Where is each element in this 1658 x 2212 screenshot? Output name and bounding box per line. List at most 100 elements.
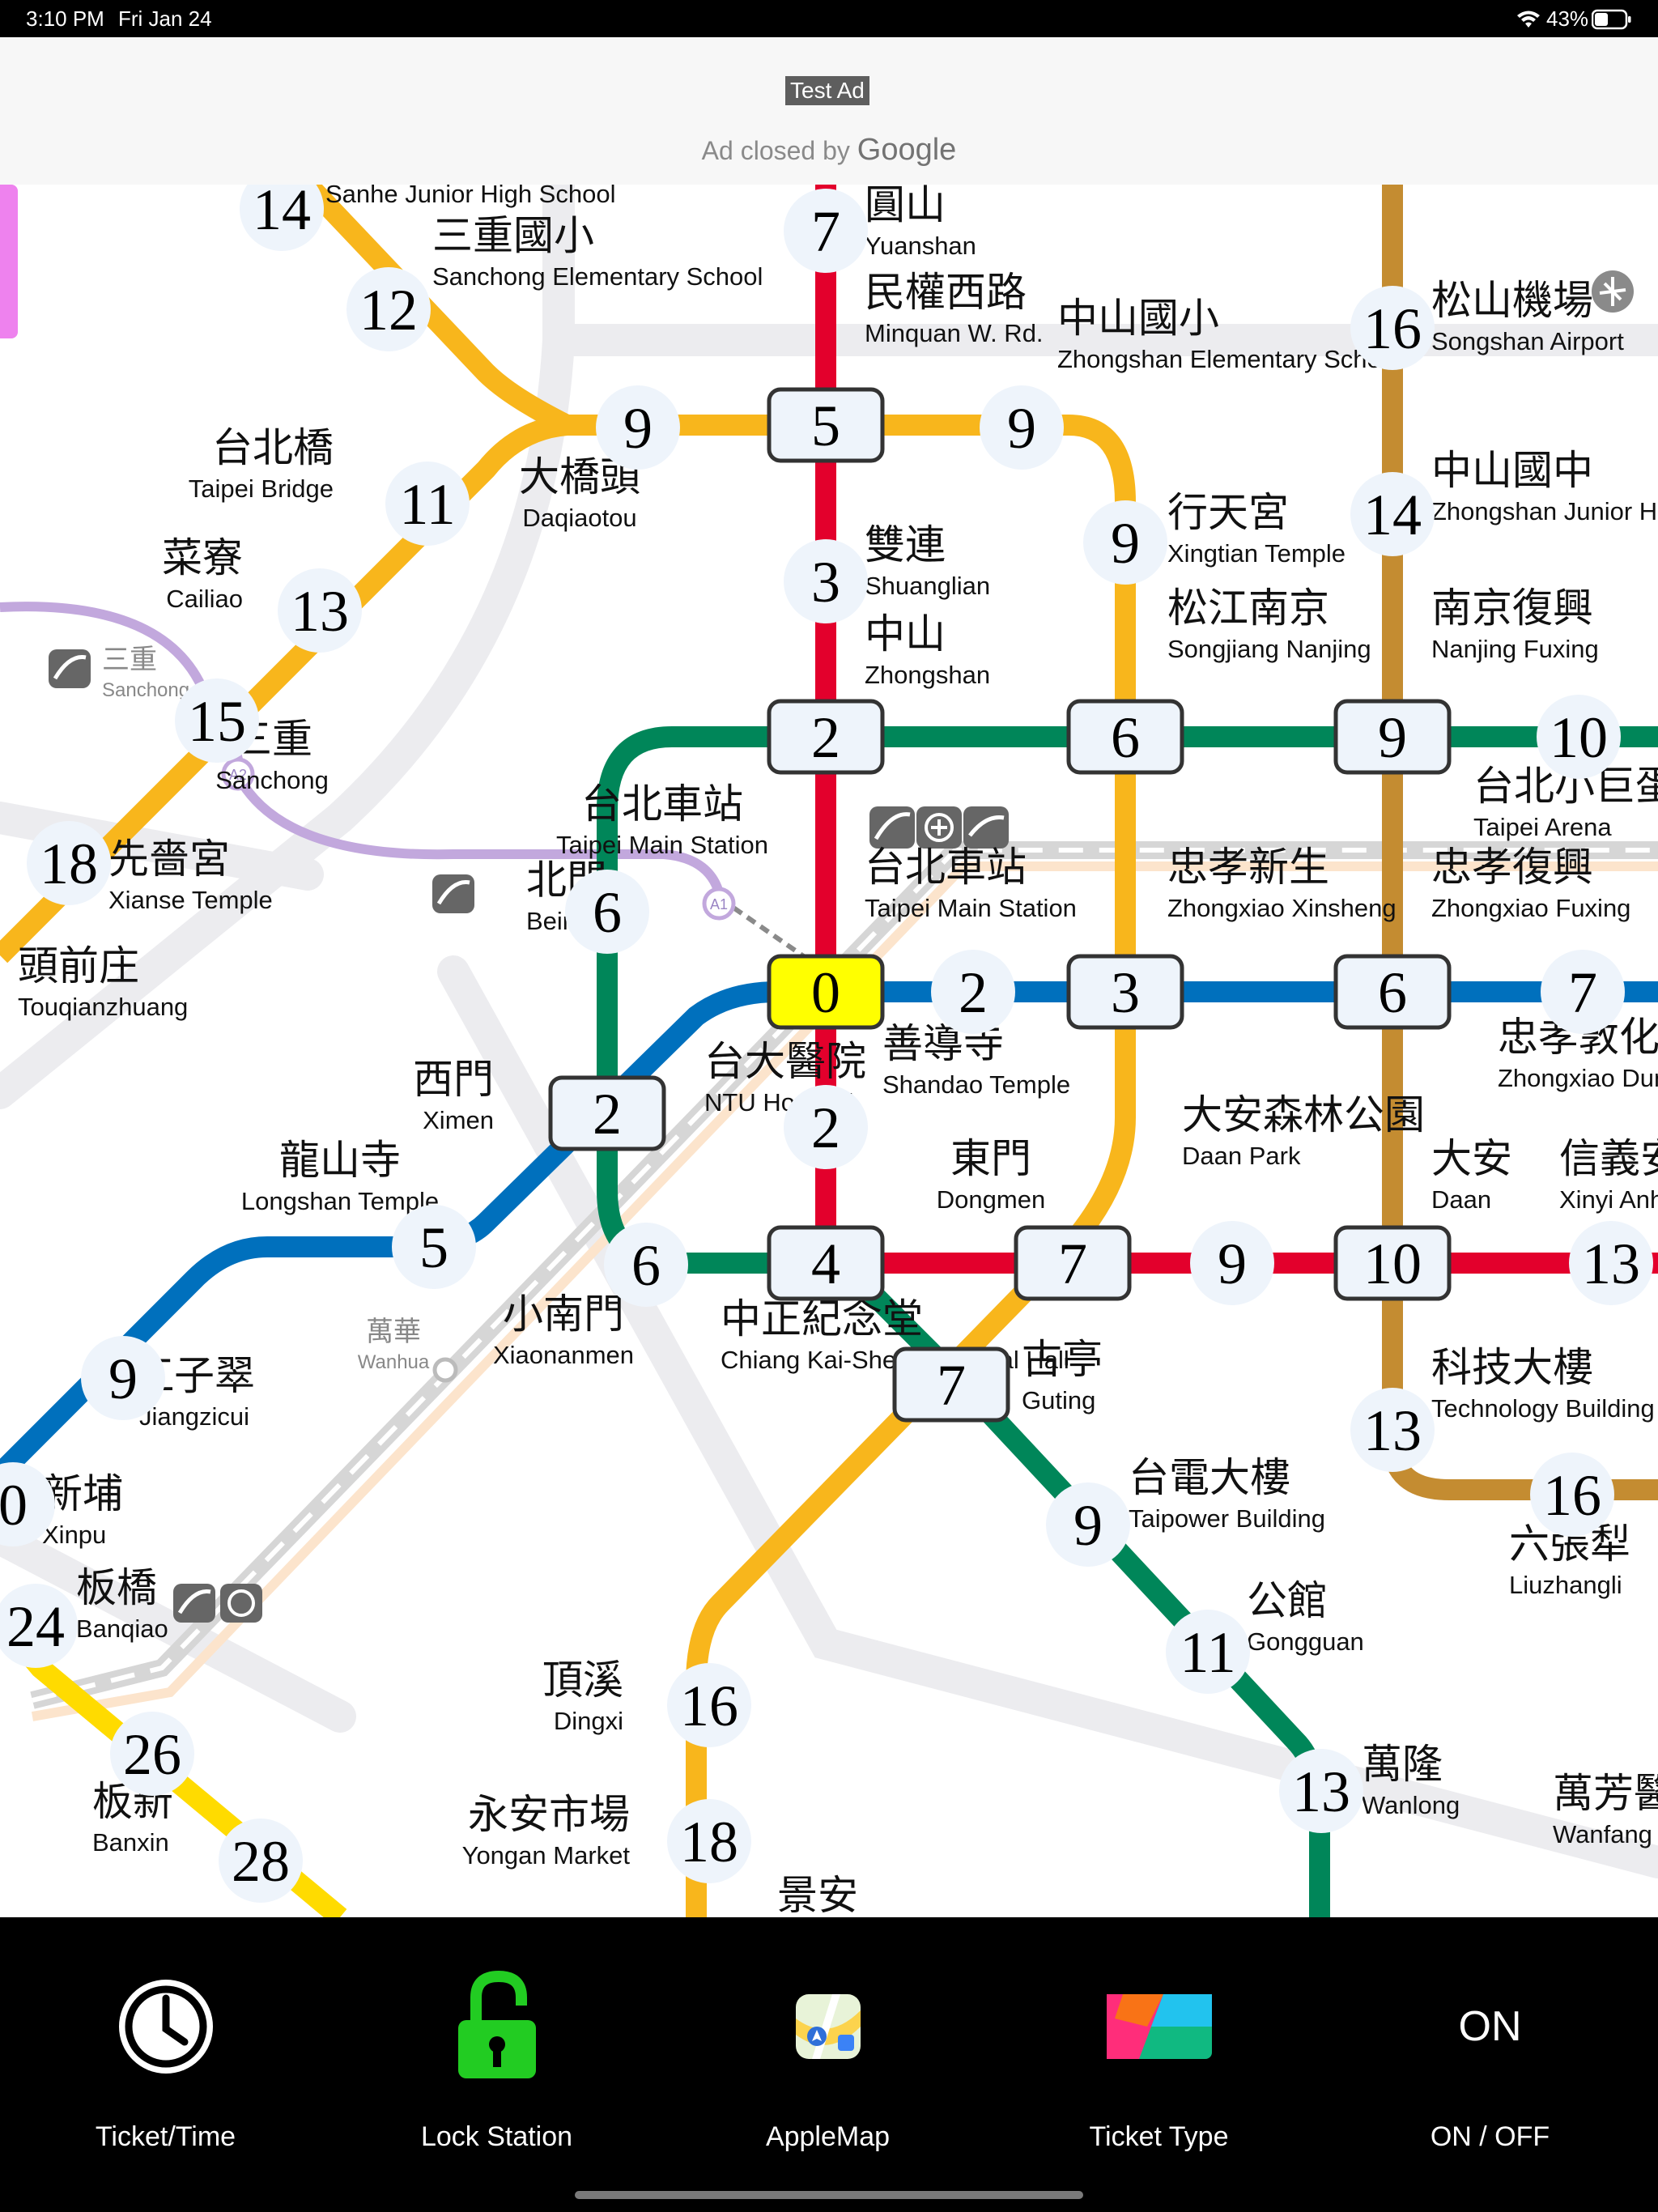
station-label[interactable]: 中山 Zhongshan xyxy=(865,610,990,689)
station-badge[interactable]: 9 xyxy=(1333,699,1452,775)
station-badge[interactable]: 9 xyxy=(1046,1482,1130,1567)
on-off-toggle[interactable]: ON xyxy=(1459,2002,1522,2051)
station-label[interactable]: 台北車站 Taipei Main Station xyxy=(556,781,768,859)
station-label[interactable]: 永安市場 Yongan Market xyxy=(462,1791,631,1870)
station-badge[interactable]: 11 xyxy=(1166,1610,1250,1694)
station-label[interactable]: 萬華 Wanhua xyxy=(358,1316,430,1373)
station-label[interactable]: 板橋 Banqiao xyxy=(76,1564,168,1643)
station-badge[interactable]: 16 xyxy=(1350,286,1435,370)
tab-on-off[interactable]: ON ON / OFF xyxy=(1324,1917,1656,2212)
station-badge[interactable]: 7 xyxy=(1014,1225,1132,1301)
station-label[interactable]: 科技大樓 Technology Building xyxy=(1431,1344,1655,1423)
tab-ticket-type[interactable]: Ticket Type xyxy=(993,1917,1324,2212)
station-badge[interactable]: 13 xyxy=(278,568,362,653)
station-label[interactable]: 南京復興 Nanjing Fuxing xyxy=(1431,585,1599,663)
station-badge[interactable]: 9 xyxy=(1190,1221,1274,1305)
station-label[interactable]: 大安 Daan xyxy=(1431,1135,1512,1214)
station-badge-number: 6 xyxy=(1378,960,1407,1025)
station-name-zh: 先嗇宮 xyxy=(108,836,230,883)
station-badge[interactable]: 28 xyxy=(219,1819,303,1903)
station-badge[interactable]: 7 xyxy=(784,189,868,273)
station-name-zh: 萬芳醫院 xyxy=(1553,1770,1658,1817)
station-name-zh: 台大醫院 xyxy=(704,1038,866,1085)
station-badge[interactable]: 16 xyxy=(1530,1453,1614,1537)
station-label[interactable]: 古亭 Guting xyxy=(1022,1336,1103,1414)
station-badge[interactable]: 18 xyxy=(27,821,111,905)
tab-ticket-time[interactable]: Ticket/Time xyxy=(0,1917,331,2212)
station-badge[interactable]: 10 xyxy=(1333,1225,1452,1301)
station-badge[interactable]: 6 xyxy=(604,1223,688,1307)
station-label[interactable]: 菜寮 Cailiao xyxy=(162,534,243,613)
station-badge[interactable]: 2 xyxy=(548,1075,666,1151)
station-badge[interactable]: 9 xyxy=(596,385,680,470)
train-icon-banqiao xyxy=(173,1584,215,1623)
tab-apple-map[interactable]: AppleMap xyxy=(662,1917,993,2212)
station-name-en: Xinyi Anhe xyxy=(1559,1185,1658,1214)
station-label[interactable]: Sanhe Junior High School xyxy=(325,185,615,208)
train-icon-beimen xyxy=(432,874,474,913)
station-name-zh: 頂溪 xyxy=(542,1657,623,1704)
station-badge[interactable]: 11 xyxy=(385,462,470,546)
station-badge[interactable]: 9 xyxy=(980,385,1064,470)
station-label[interactable]: 信義安和 Xinyi Anhe xyxy=(1559,1135,1658,1214)
station-label[interactable]: 萬芳醫院 Wanfang Hospital xyxy=(1553,1770,1658,1848)
tab-lock-station[interactable]: Lock Station xyxy=(331,1917,662,2212)
station-label[interactable]: 台北橋 Taipei Bridge xyxy=(189,424,334,503)
station-label[interactable]: 龍山寺 Longshan Temple xyxy=(241,1137,439,1215)
station-badge[interactable]: 3 xyxy=(1066,954,1184,1030)
station-badge[interactable]: 6 xyxy=(1066,699,1184,775)
wifi-icon xyxy=(1517,11,1540,28)
station-badge[interactable]: 9 xyxy=(81,1336,165,1420)
airport-station-a1[interactable]: A1 xyxy=(702,887,736,921)
station-badge[interactable]: 4 xyxy=(767,1225,885,1301)
station-label[interactable]: 小南門 Xiaonanmen xyxy=(493,1291,634,1369)
station-badge[interactable]: 26 xyxy=(110,1712,194,1796)
station-badge[interactable]: 2 xyxy=(767,699,885,775)
metro-map-canvas[interactable]: A1 A2 圓山Yuanshan民權西路Minquan W. Rd. 中山國小Zh… xyxy=(0,185,1658,1917)
station-label[interactable]: 民權西路 Minquan W. Rd. xyxy=(865,269,1044,347)
station-badge[interactable]: 3 xyxy=(784,539,868,623)
station-label[interactable]: 景安 xyxy=(777,1872,858,1917)
station-name-en: Sanchong xyxy=(215,766,329,794)
station-badge[interactable]: 13 xyxy=(1279,1749,1363,1833)
station-badge[interactable]: 12 xyxy=(346,267,431,351)
station-name-zh: 大安森林公園 xyxy=(1182,1091,1425,1138)
hsr-icon xyxy=(963,806,1009,849)
station-badge[interactable]: 7 xyxy=(892,1346,1010,1423)
station-badge[interactable]: 9 xyxy=(1083,500,1167,585)
station-label[interactable]: 三重國小 Sanchong Elementary School xyxy=(432,212,763,291)
station-badge[interactable]: 6 xyxy=(1333,954,1452,1030)
station-badge[interactable]: 24 xyxy=(0,1584,78,1668)
station-label[interactable]: 西門 Ximen xyxy=(413,1056,494,1134)
station-badge[interactable]: 15 xyxy=(175,678,259,763)
station-name-en: Wanlong xyxy=(1362,1791,1460,1819)
station-badge[interactable]: 2 xyxy=(784,1085,868,1169)
station-name-zh: 松江南京 xyxy=(1167,585,1329,632)
station-label[interactable]: 東門 Dongmen xyxy=(937,1135,1045,1214)
station-label[interactable]: 中山國中 Zhongshan Junior High School xyxy=(1431,447,1658,525)
station-label[interactable]: 頂溪 Dingxi xyxy=(542,1657,623,1735)
station-label[interactable]: 台電大樓 Taipower Building xyxy=(1129,1454,1325,1533)
station-badge[interactable]: 7 xyxy=(1541,950,1625,1034)
station-badge[interactable]: 16 xyxy=(667,1663,751,1747)
station-label[interactable]: 圓山 Yuanshan xyxy=(865,185,976,260)
station-label[interactable]: 雙連 Shuanglian xyxy=(865,521,990,600)
station-badge[interactable]: 13 xyxy=(1350,1388,1435,1472)
station-badge[interactable]: 2 xyxy=(931,950,1015,1034)
metro-map[interactable]: A1 A2 圓山 Yuanshan 民權西路 Minquan W. Rd. 中山國小 Zh… xyxy=(0,185,1658,1917)
station-label[interactable]: 松江南京 Songjiang Nanjing xyxy=(1167,585,1371,663)
station-label[interactable]: 行天宮 Xingtian Temple xyxy=(1167,489,1346,568)
station-badge[interactable]: 6 xyxy=(565,870,649,954)
station-name-en: Sanchong xyxy=(102,679,189,701)
station-badge[interactable]: 13 xyxy=(1569,1221,1653,1305)
station-name-en: Banqiao xyxy=(76,1614,168,1643)
station-badge[interactable]: 5 xyxy=(767,387,885,463)
station-badge[interactable]: 14 xyxy=(1350,472,1435,556)
station-label[interactable]: 萬隆 Wanlong xyxy=(1362,1741,1460,1819)
station-badge[interactable]: 14 xyxy=(240,185,324,251)
station-badge[interactable]: 5 xyxy=(392,1205,476,1289)
station-badge[interactable]: 0 xyxy=(767,954,885,1030)
station-badge[interactable]: 18 xyxy=(667,1799,751,1883)
station-badge[interactable]: 10 xyxy=(1537,695,1621,779)
station-label[interactable]: 公館 Gongguan xyxy=(1247,1577,1364,1656)
